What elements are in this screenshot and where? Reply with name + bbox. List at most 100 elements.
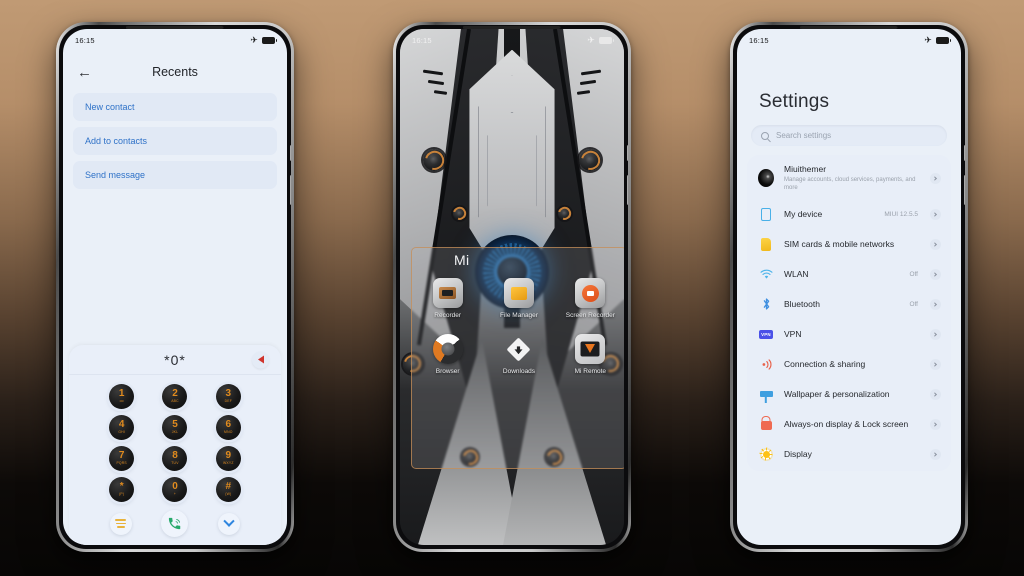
key-2[interactable]: 2 ABC — [162, 384, 188, 409]
settings-row-label: SIM cards & mobile networks — [784, 238, 895, 249]
key-letters: GHI — [118, 430, 125, 435]
dialer-action-bar — [69, 506, 281, 539]
menu-icon[interactable] — [109, 512, 132, 535]
app-mi-remote[interactable]: Mi Remote — [560, 334, 620, 376]
chevron-right-icon — [930, 172, 941, 184]
settings-row-value: Off — [909, 300, 918, 308]
key-hash[interactable]: # (W) — [215, 477, 241, 502]
folder-app-grid: Recorder File Manager Screen Recorder Br… — [412, 278, 624, 376]
chevron-right-icon — [930, 448, 941, 460]
settings-row-label: Wallpaper & personalization — [784, 388, 890, 399]
settings-row-label: Miuithemer — [784, 164, 827, 174]
airplane-icon: ✈ — [587, 34, 595, 45]
settings-row-lock-screen[interactable]: Always-on display & Lock screen — [747, 409, 951, 439]
settings-row-wallpaper[interactable]: Wallpaper & personalization — [747, 379, 951, 409]
bluetooth-glyph — [763, 298, 769, 310]
chevron-down-icon[interactable] — [218, 512, 241, 535]
settings-row-label: Display — [784, 448, 812, 459]
key-0[interactable]: 0 + — [162, 477, 188, 502]
key-digit: 3 — [225, 388, 232, 400]
action-add-to-contacts[interactable]: Add to contacts — [73, 127, 277, 155]
key-letters: oo — [119, 399, 124, 404]
app-label: Mi Remote — [574, 368, 607, 376]
volume-button[interactable] — [290, 145, 291, 161]
settings-row-vpn[interactable]: VPN VPN — [747, 319, 951, 349]
app-recorder[interactable]: Recorder — [418, 278, 478, 320]
earpiece-grille — [800, 26, 898, 29]
key-digit: 6 — [225, 419, 232, 431]
contact-actions-list: New contact Add to contacts Send message — [63, 93, 287, 195]
wallpaper-bolt — [453, 207, 466, 220]
key-6[interactable]: 6 MNO — [215, 415, 241, 440]
key-1[interactable]: 1 oo — [109, 384, 135, 409]
dialer-panel: *0* 1 oo 2 ABC 3 DEF 4 GHI 5 JKL 6 MNO 7… — [69, 345, 281, 545]
key-star[interactable]: * (P) — [109, 477, 135, 502]
app-file-manager[interactable]: File Manager — [489, 278, 549, 320]
bluetooth-icon — [758, 296, 774, 312]
app-screen-recorder[interactable]: Screen Recorder — [560, 278, 620, 320]
key-letters: (P) — [119, 492, 125, 497]
key-digit: 9 — [225, 450, 232, 462]
power-button[interactable] — [964, 175, 965, 205]
chevron-right-icon — [930, 268, 941, 280]
power-button[interactable] — [290, 175, 291, 205]
key-3[interactable]: 3 DEF — [215, 384, 241, 409]
key-digit: 8 — [172, 450, 178, 462]
app-label: File Manager — [500, 312, 538, 319]
settings-row-bluetooth[interactable]: Bluetooth Off — [747, 289, 951, 319]
volume-button[interactable] — [627, 145, 628, 161]
key-5[interactable]: 5 JKL — [162, 415, 188, 440]
settings-row-wlan[interactable]: WLAN Off — [747, 259, 951, 289]
settings-row-account[interactable]: Miuithemer Manage accounts, cloud servic… — [747, 157, 951, 199]
settings-row-label: Bluetooth — [784, 298, 820, 309]
page-title: Recents — [152, 65, 198, 79]
search-placeholder: Search settings — [776, 131, 832, 140]
app-folder[interactable]: Mi Recorder File Manager Screen Recorder — [411, 247, 624, 469]
volume-button[interactable] — [964, 145, 965, 161]
page-title: Settings — [759, 91, 830, 112]
hamburger-lines — [115, 518, 127, 530]
key-digit: 1 — [118, 388, 125, 400]
chevron-right-icon — [930, 238, 941, 250]
settings-row-connection-sharing[interactable]: Connection & sharing — [747, 349, 951, 379]
key-letters: PQRS — [116, 461, 127, 466]
status-time: 16:15 — [412, 35, 432, 45]
dialed-number-display[interactable]: *0* — [69, 345, 281, 375]
app-label: Browser — [435, 368, 460, 376]
vpn-icon: VPN — [759, 329, 773, 339]
settings-row-display[interactable]: Display — [747, 439, 951, 469]
lock-icon — [758, 416, 774, 432]
connection-glyph — [762, 359, 771, 370]
call-icon[interactable] — [161, 510, 189, 537]
action-new-contact[interactable]: New contact — [73, 93, 277, 121]
key-9[interactable]: 9 WXYZ — [215, 446, 241, 471]
earpiece-grille — [126, 26, 224, 29]
avatar — [758, 169, 774, 188]
battery-icon — [262, 36, 277, 44]
phone-left: 16:15 ✈ ← Recents New contact Add to con… — [56, 22, 294, 552]
call-glyph — [169, 517, 181, 530]
settings-row-sim-cards[interactable]: SIM cards & mobile networks — [747, 229, 951, 259]
app-browser[interactable]: Browser — [418, 334, 478, 376]
key-8[interactable]: 8 TUV — [162, 446, 188, 471]
key-digit: 5 — [172, 419, 178, 431]
settings-row-my-device[interactable]: My device MIUI 12.5.5 — [747, 199, 951, 229]
key-7[interactable]: 7 PQRS — [109, 446, 135, 471]
power-button[interactable] — [627, 175, 628, 205]
battery-icon — [599, 36, 614, 44]
settings-row-label: My device — [784, 208, 823, 219]
key-4[interactable]: 4 GHI — [109, 415, 135, 440]
connection-sharing-icon — [758, 356, 774, 372]
action-send-message[interactable]: Send message — [73, 161, 277, 189]
app-downloads[interactable]: Downloads — [489, 334, 549, 376]
file-manager-icon — [503, 278, 534, 308]
wallpaper-bolt — [423, 149, 445, 171]
key-letters: TUV — [171, 461, 179, 466]
airplane-icon: ✈ — [250, 34, 258, 45]
recorder-icon — [432, 278, 463, 308]
chevron-right-icon — [930, 418, 941, 430]
backspace-icon[interactable] — [252, 351, 269, 368]
search-input[interactable]: Search settings — [751, 125, 947, 146]
settings-row-value: MIUI 12.5.5 — [884, 210, 918, 218]
app-label: Recorder — [434, 312, 462, 319]
